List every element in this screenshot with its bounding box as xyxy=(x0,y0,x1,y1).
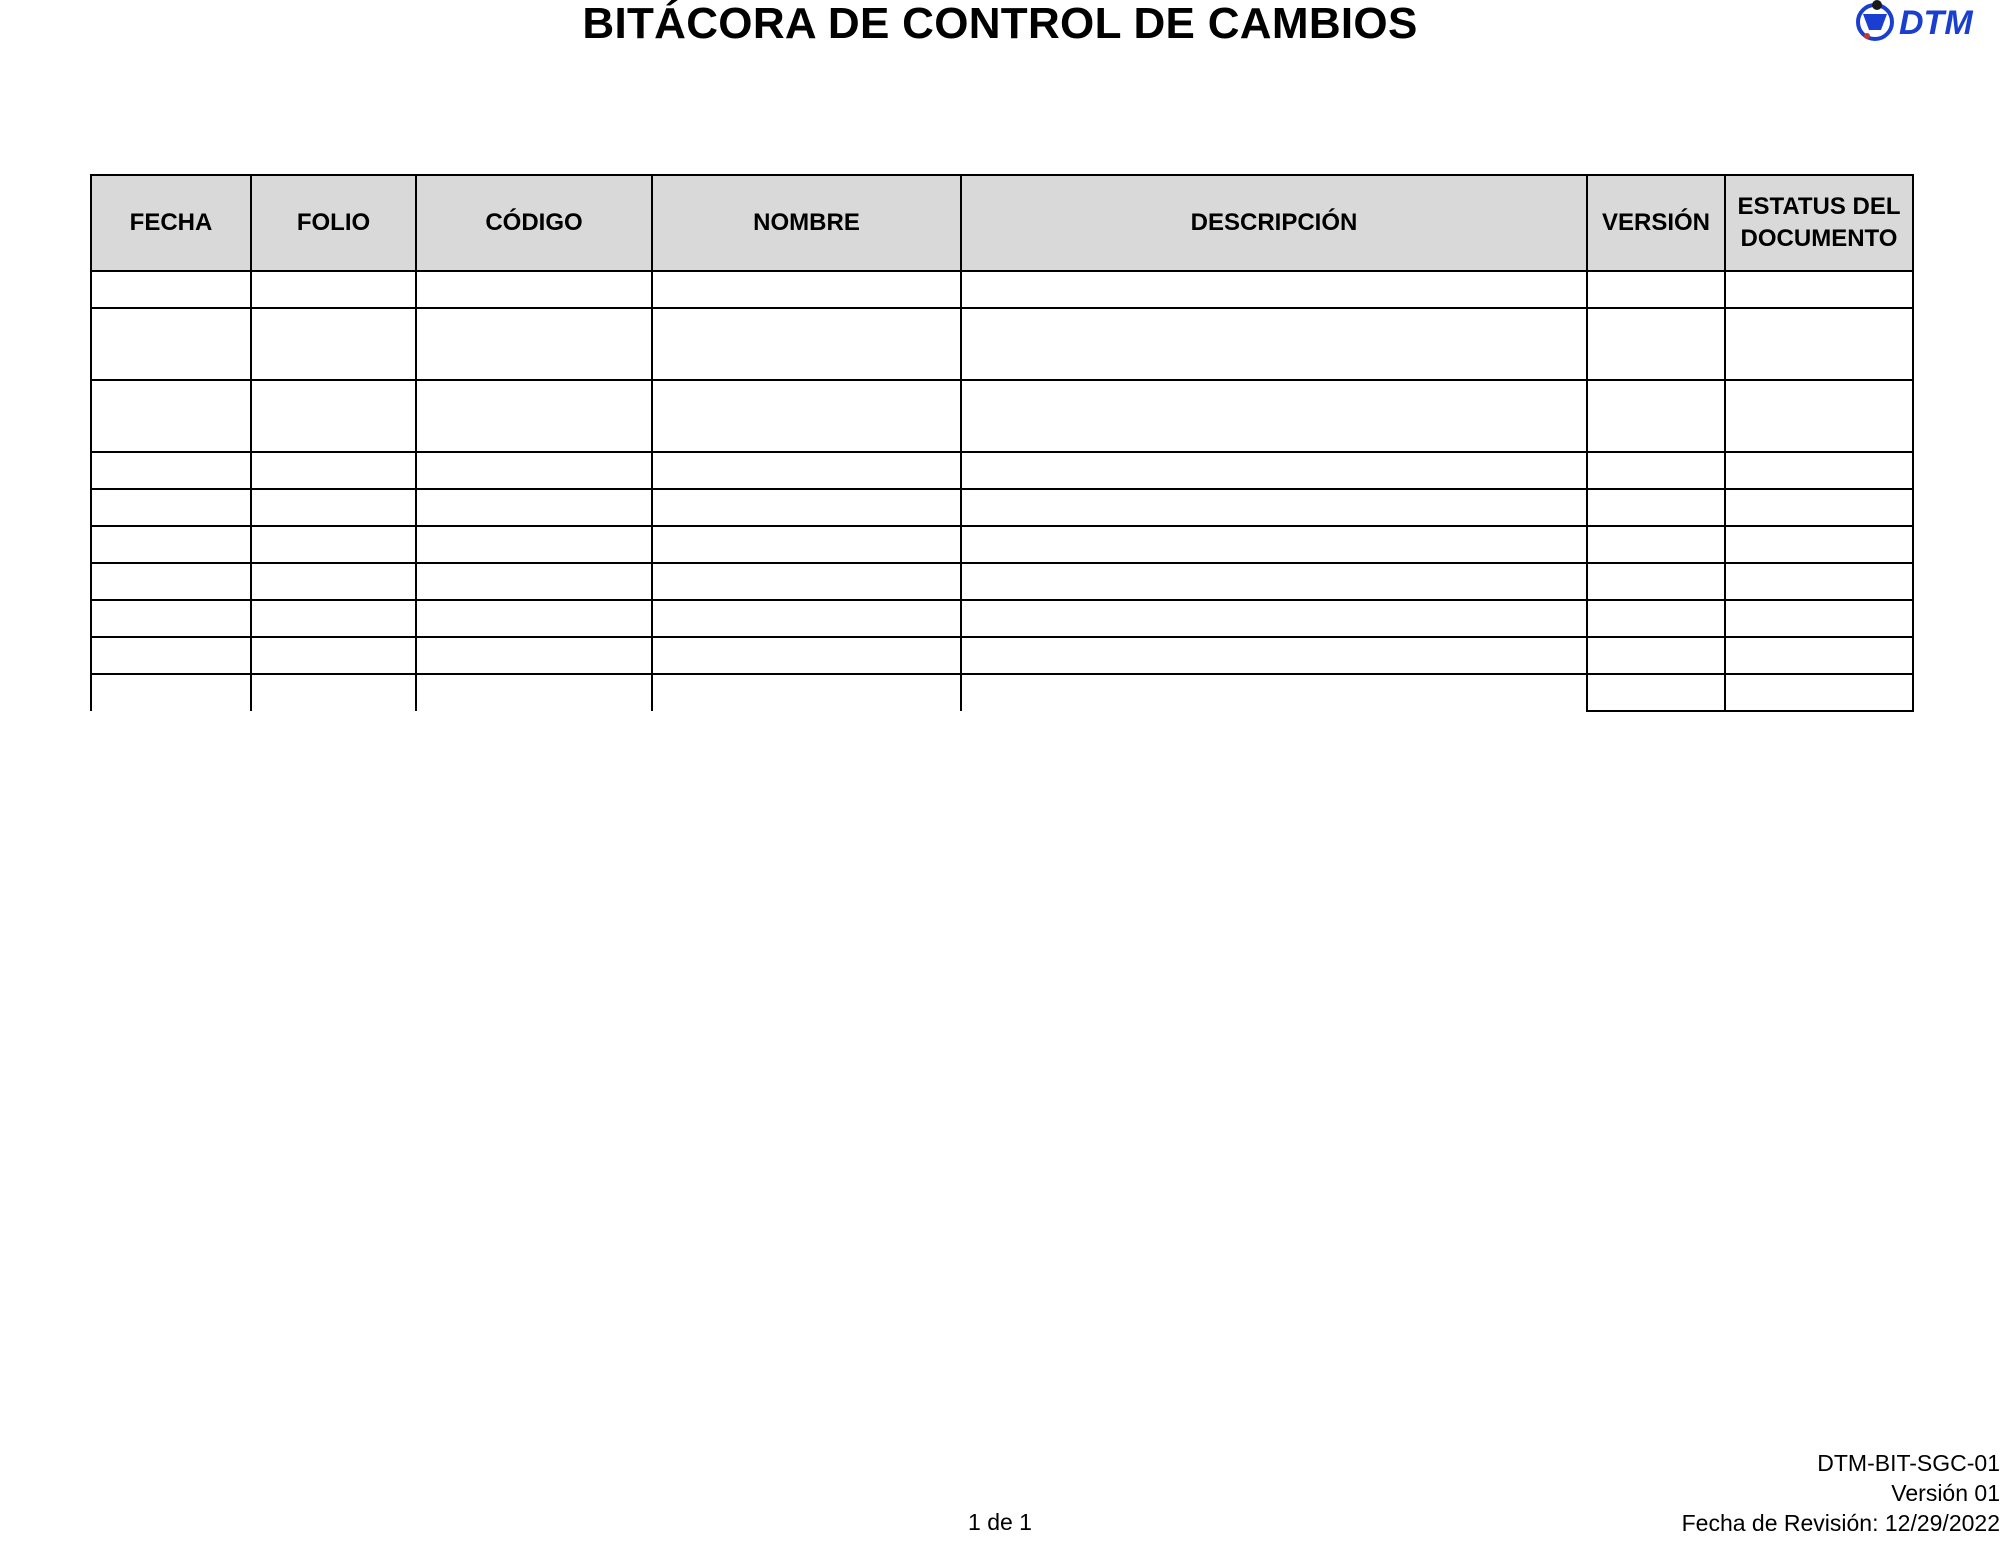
table-cell[interactable] xyxy=(415,525,653,564)
table-cell[interactable] xyxy=(415,379,653,453)
table-row xyxy=(90,673,1914,712)
table-cell[interactable] xyxy=(415,636,653,675)
page-title: BITÁCORA DE CONTROL DE CAMBIOS xyxy=(582,0,1418,48)
table-cell[interactable] xyxy=(651,451,962,490)
column-header-version: VERSIÓN xyxy=(1586,174,1726,272)
table-cell[interactable] xyxy=(1586,673,1726,712)
table-cell[interactable] xyxy=(1724,636,1914,675)
table-cell[interactable] xyxy=(250,488,417,527)
table-cell[interactable] xyxy=(1724,673,1914,712)
table-cell[interactable] xyxy=(90,379,252,453)
table-cell[interactable] xyxy=(960,307,1588,381)
table-cell[interactable] xyxy=(90,270,252,309)
table-cell[interactable] xyxy=(1724,451,1914,490)
table-cell[interactable] xyxy=(651,307,962,381)
table-cell[interactable] xyxy=(415,451,653,490)
table-cell[interactable] xyxy=(1724,270,1914,309)
document-version: Versión 01 xyxy=(1891,1480,2000,1506)
table-row xyxy=(90,562,1914,601)
column-header-codigo: CÓDIGO xyxy=(415,174,653,272)
table-cell[interactable] xyxy=(250,636,417,675)
table-cell[interactable] xyxy=(960,379,1588,453)
column-header-estatus: ESTATUS DEL DOCUMENTO xyxy=(1724,174,1914,272)
column-header-folio: FOLIO xyxy=(250,174,417,272)
table-cell[interactable] xyxy=(1724,488,1914,527)
table-cell[interactable] xyxy=(1586,451,1726,490)
table-cell[interactable] xyxy=(250,673,417,711)
table-cell[interactable] xyxy=(250,451,417,490)
table-cell[interactable] xyxy=(960,488,1588,527)
table-row xyxy=(90,307,1914,381)
revision-date: Fecha de Revisión: 12/29/2022 xyxy=(1681,1510,2000,1536)
table-cell[interactable] xyxy=(250,562,417,601)
table-cell[interactable] xyxy=(651,525,962,564)
dtm-logo-icon: DTM xyxy=(1856,0,1973,42)
table-cell[interactable] xyxy=(415,307,653,381)
document-code: DTM-BIT-SGC-01 xyxy=(1817,1450,2000,1476)
table-cell[interactable] xyxy=(651,270,962,309)
table-cell[interactable] xyxy=(415,562,653,601)
table-cell[interactable] xyxy=(90,673,252,711)
table-cell[interactable] xyxy=(651,379,962,453)
table-cell[interactable] xyxy=(1586,488,1726,527)
table-cell[interactable] xyxy=(960,599,1588,638)
table-cell[interactable] xyxy=(960,270,1588,309)
table-header-row: FECHA FOLIO CÓDIGO NOMBRE DESCRIPCIÓN VE… xyxy=(90,174,1914,272)
page-number: 1 de 1 xyxy=(968,1509,1032,1535)
table-cell[interactable] xyxy=(90,562,252,601)
table-cell[interactable] xyxy=(651,599,962,638)
table-row xyxy=(90,379,1914,453)
table-cell[interactable] xyxy=(1724,307,1914,381)
table-cell[interactable] xyxy=(1724,562,1914,601)
table-cell[interactable] xyxy=(1586,636,1726,675)
table-cell[interactable] xyxy=(90,307,252,381)
change-log-table: FECHA FOLIO CÓDIGO NOMBRE DESCRIPCIÓN VE… xyxy=(90,174,1914,712)
table-cell[interactable] xyxy=(250,599,417,638)
table-cell[interactable] xyxy=(960,562,1588,601)
document-page: BITÁCORA DE CONTROL DE CAMBIOS DTM FECHA… xyxy=(0,0,2000,1545)
table-cell[interactable] xyxy=(415,599,653,638)
column-header-descripcion: DESCRIPCIÓN xyxy=(960,174,1588,272)
table-cell[interactable] xyxy=(250,307,417,381)
column-header-nombre: NOMBRE xyxy=(651,174,962,272)
table-cell[interactable] xyxy=(415,673,653,711)
table-cell[interactable] xyxy=(1586,525,1726,564)
table-row xyxy=(90,270,1914,309)
table-cell[interactable] xyxy=(90,525,252,564)
table-cell[interactable] xyxy=(1586,599,1726,638)
table-cell[interactable] xyxy=(90,451,252,490)
table-cell[interactable] xyxy=(250,525,417,564)
table-row xyxy=(90,636,1914,675)
table-cell[interactable] xyxy=(250,270,417,309)
table-row xyxy=(90,488,1914,527)
table-cell[interactable] xyxy=(960,673,1588,711)
table-cell[interactable] xyxy=(1586,307,1726,381)
table-cell[interactable] xyxy=(415,270,653,309)
table-cell[interactable] xyxy=(960,451,1588,490)
table-cell[interactable] xyxy=(90,599,252,638)
logo-text: DTM xyxy=(1899,4,1973,42)
table-cell[interactable] xyxy=(1724,525,1914,564)
table-cell[interactable] xyxy=(1724,599,1914,638)
table-cell[interactable] xyxy=(1586,270,1726,309)
table-row xyxy=(90,525,1914,564)
table-row xyxy=(90,451,1914,490)
table-cell[interactable] xyxy=(90,488,252,527)
table-row xyxy=(90,599,1914,638)
table-cell[interactable] xyxy=(960,525,1588,564)
column-header-fecha: FECHA xyxy=(90,174,252,272)
table-cell[interactable] xyxy=(250,379,417,453)
table-cell[interactable] xyxy=(1586,562,1726,601)
table-cell[interactable] xyxy=(651,673,962,711)
company-logo: DTM xyxy=(1853,0,2000,44)
table-cell[interactable] xyxy=(651,562,962,601)
table-cell[interactable] xyxy=(1724,379,1914,453)
table-cell[interactable] xyxy=(960,636,1588,675)
document-info: DTM-BIT-SGC-01 Versión 01 Fecha de Revis… xyxy=(1682,1448,2000,1538)
table-cell[interactable] xyxy=(651,636,962,675)
table-cell[interactable] xyxy=(651,488,962,527)
table-cell[interactable] xyxy=(1586,379,1726,453)
table-cell[interactable] xyxy=(90,636,252,675)
table-cell[interactable] xyxy=(415,488,653,527)
